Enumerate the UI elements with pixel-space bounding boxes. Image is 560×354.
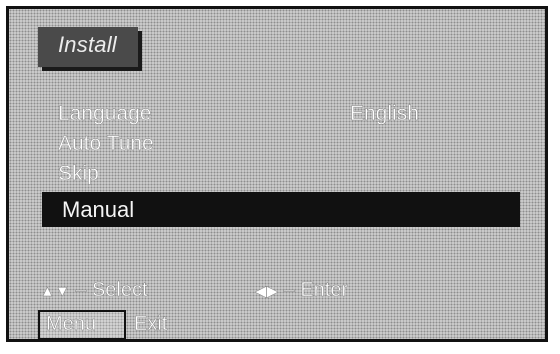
menu-item-label: Language <box>58 102 152 125</box>
exit-hint-text: Exit <box>134 313 168 335</box>
menu-item-language[interactable]: Language <box>58 101 152 127</box>
menu-item-skip[interactable]: Skip <box>58 161 99 187</box>
menu-item-label: Manual <box>62 197 135 222</box>
menu-key-label: Menu <box>46 313 97 335</box>
select-hint-text: – Select <box>75 279 148 301</box>
up-down-arrow-icon: ▲▼ <box>40 283 70 300</box>
left-right-arrow-icon: ◀▶ <box>255 283 279 300</box>
menu-item-label: Skip <box>58 162 99 185</box>
menu-title: Install <box>58 32 117 57</box>
menu-item-label: Auto Tune <box>58 132 154 155</box>
select-hint: ▲▼ – Select <box>40 278 148 304</box>
enter-hint-text: – Enter <box>283 279 349 301</box>
enter-hint: ◀▶ – Enter <box>255 278 349 304</box>
menu-item-auto-tune[interactable]: Auto Tune <box>58 131 154 157</box>
language-value: English <box>350 102 419 125</box>
